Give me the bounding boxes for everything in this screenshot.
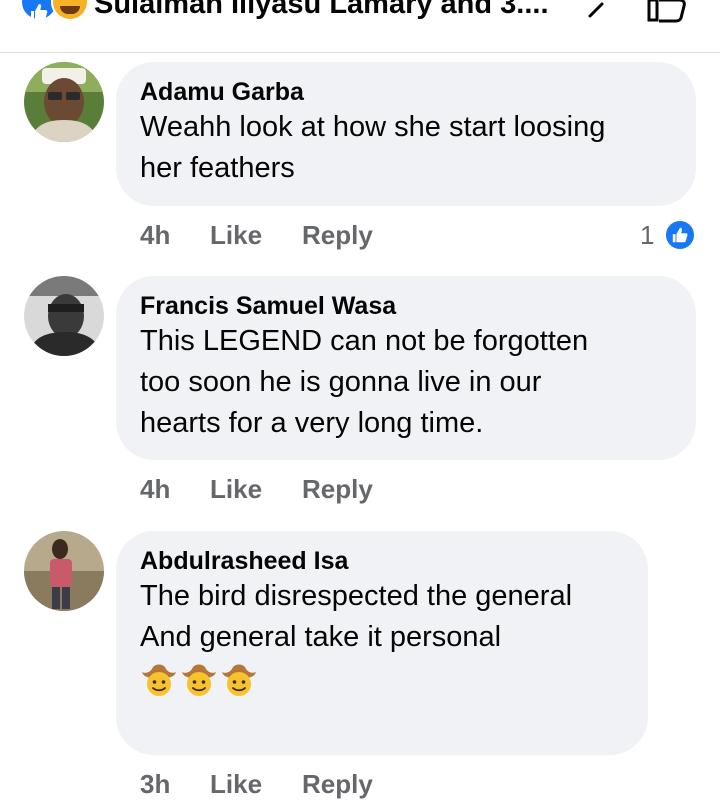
like-reaction-icon — [663, 219, 696, 252]
avatar[interactable] — [24, 62, 104, 142]
comment-text-line: hearts for a very long time. — [140, 407, 484, 439]
haha-reaction-icon — [51, 0, 89, 21]
comment-bubble[interactable]: Adamu Garba Weahh look at how she start … — [116, 62, 696, 206]
cowboy-emoji-icon — [180, 660, 218, 698]
emoji-row — [140, 660, 624, 700]
reply-button[interactable]: Reply — [302, 474, 373, 505]
cowboy-emoji-icon — [140, 660, 178, 698]
comment-author[interactable]: Adamu Garba — [140, 77, 672, 107]
reply-button[interactable]: Reply — [302, 220, 373, 251]
like-button[interactable]: Like — [210, 769, 302, 800]
comment-text-line: too soon he is gonna live in our — [140, 366, 542, 398]
avatar[interactable] — [24, 531, 104, 611]
reactions-header[interactable]: Sulaiman Iliyasu Lamary and 3.... — [0, 0, 720, 53]
reactors-summary[interactable]: Sulaiman Iliyasu Lamary and 3.... — [94, 0, 549, 21]
comment-meta: 3h Like Reply — [140, 769, 373, 800]
reaction-count[interactable]: 1 — [640, 218, 696, 252]
reply-button[interactable]: Reply — [302, 769, 373, 800]
comment-text-line: And general take it personal — [140, 621, 502, 653]
like-button[interactable]: Like — [210, 474, 302, 505]
avatar[interactable] — [24, 276, 104, 356]
comment-time[interactable]: 4h — [140, 474, 210, 505]
comment-text-line: The bird disrespected the general — [140, 580, 573, 612]
comment-text-line: her feathers — [140, 152, 295, 184]
comment-time[interactable]: 3h — [140, 769, 210, 800]
comment-meta: 4h Like Reply — [140, 474, 373, 505]
comment-text-line: This LEGEND can not be forgotten — [140, 325, 589, 357]
chevron-right-icon[interactable] — [584, 0, 610, 20]
like-button[interactable]: Like — [210, 220, 302, 251]
comment-author[interactable]: Francis Samuel Wasa — [140, 291, 672, 321]
comment-bubble[interactable]: Abdulrasheed Isa The bird disrespected t… — [116, 531, 648, 755]
comment-text-line: Weahh look at how she start loosing — [140, 111, 606, 143]
comment-time[interactable]: 4h — [140, 220, 210, 251]
reaction-count-number: 1 — [640, 219, 655, 250]
comment-bubble[interactable]: Francis Samuel Wasa This LEGEND can not … — [116, 276, 696, 460]
comment-author[interactable]: Abdulrasheed Isa — [140, 546, 624, 576]
comment-meta: 4h Like Reply — [140, 220, 373, 251]
cowboy-emoji-icon — [220, 660, 258, 698]
like-outline-icon[interactable] — [645, 0, 689, 24]
